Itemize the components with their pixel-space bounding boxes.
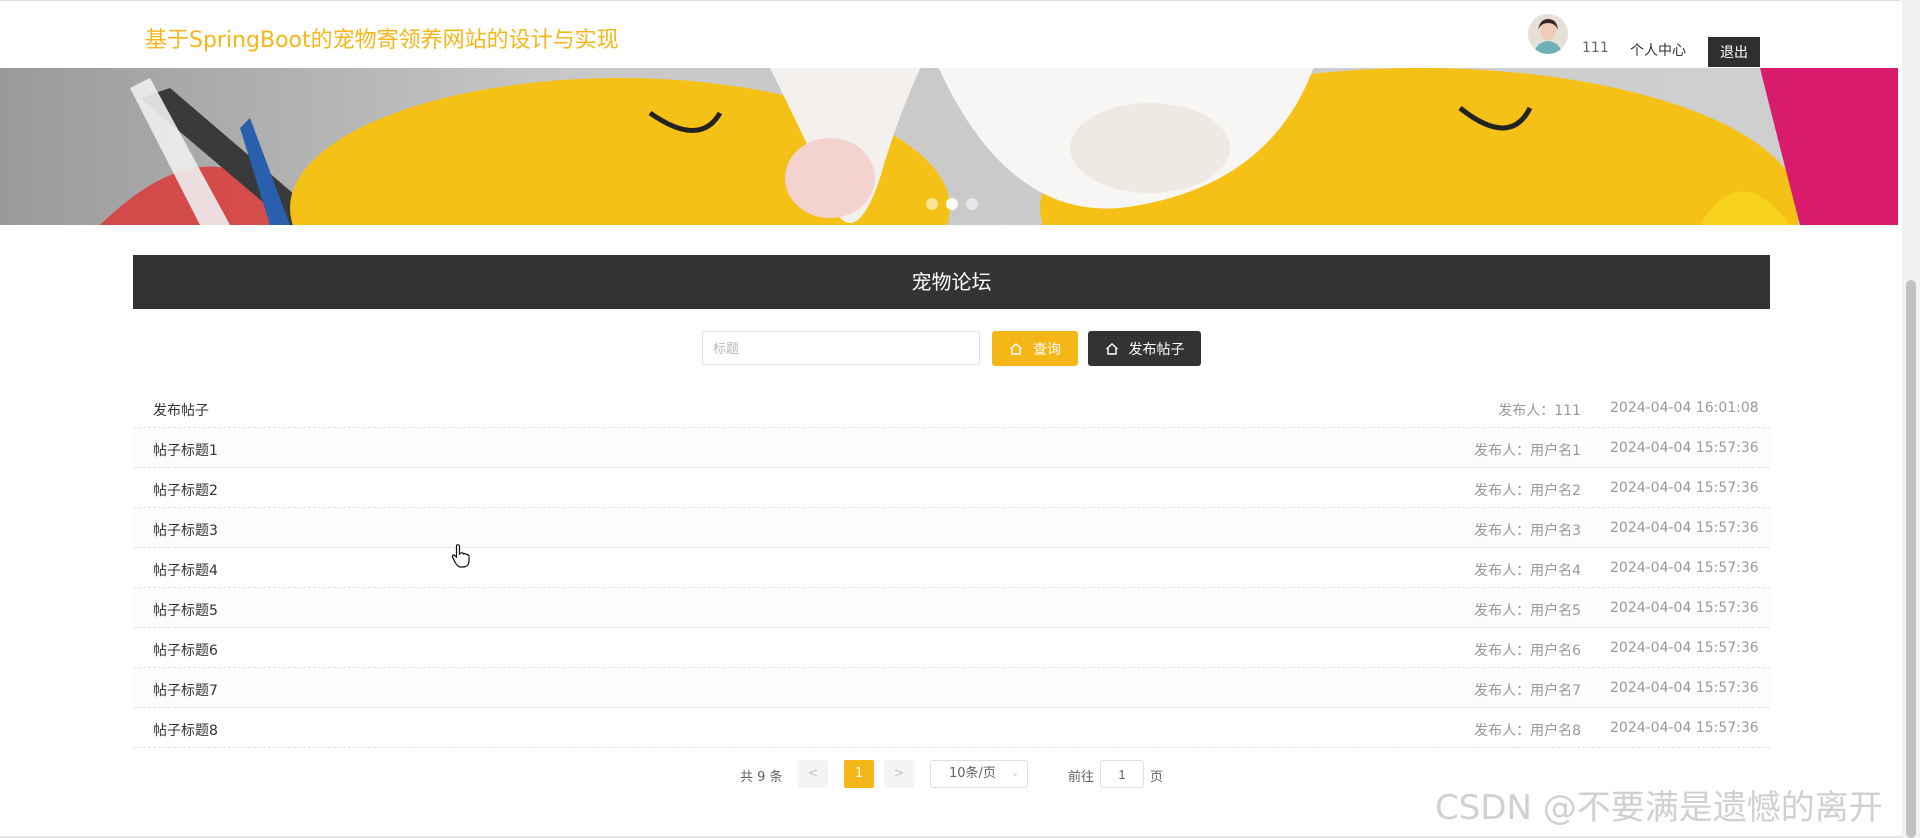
post-time: 2024-04-04 15:57:36 [1610,600,1759,616]
query-button-label: 查询 [1033,341,1061,358]
post-time: 2024-04-04 15:57:36 [1610,720,1759,736]
post-title[interactable]: 发布帖子 [153,400,209,420]
post-row[interactable]: 帖子标题2 发布人：用户名2 2024-04-04 15:57:36 [133,468,1770,508]
post-title[interactable]: 帖子标题3 [153,520,218,540]
post-author: 发布人：用户名4 [1474,563,1581,579]
post-author: 发布人：用户名3 [1474,523,1581,539]
post-time: 2024-04-04 15:57:36 [1610,640,1759,656]
home-icon [1010,342,1022,355]
post-row[interactable]: 发布帖子 发布人：111 2024-04-04 16:01:08 [133,388,1770,428]
post-row[interactable]: 帖子标题7 发布人：用户名7 2024-04-04 15:57:36 [133,668,1770,708]
post-author: 发布人：用户名6 [1474,643,1581,659]
site-header: 基于SpringBoot的宠物寄领养网站的设计与实现 111 个人中心 退出 [0,4,1900,68]
goto-label: 前往 [1068,770,1095,785]
post-time: 2024-04-04 15:57:36 [1610,480,1759,496]
post-time: 2024-04-04 15:57:36 [1610,680,1759,696]
chevron-down-icon: ⌄ [1010,768,1019,779]
carousel-dot-3[interactable] [966,198,978,210]
post-row[interactable]: 帖子标题5 发布人：用户名5 2024-04-04 15:57:36 [133,588,1770,628]
post-author: 发布人：用户名8 [1474,723,1581,739]
post-time: 2024-04-04 15:57:36 [1610,560,1759,576]
carousel-dot-2[interactable] [946,198,958,210]
query-button[interactable]: 查询 [992,331,1078,366]
profile-link[interactable]: 个人中心 [1630,40,1686,60]
post-title[interactable]: 帖子标题8 [153,720,218,740]
post-title[interactable]: 帖子标题4 [153,560,218,580]
carousel-dots [926,198,978,210]
banner-carousel[interactable] [0,68,1898,225]
title-search-input[interactable] [702,331,980,365]
next-page-button[interactable]: > [884,760,914,788]
page-size-value: 10条/页 [949,766,996,781]
post-row[interactable]: 帖子标题3 发布人：用户名3 2024-04-04 15:57:36 [133,508,1770,548]
post-row[interactable]: 帖子标题6 发布人：用户名6 2024-04-04 15:57:36 [133,628,1770,668]
post-row[interactable]: 帖子标题8 发布人：用户名8 2024-04-04 15:57:36 [133,708,1770,748]
post-time: 2024-04-04 15:57:36 [1610,440,1759,456]
post-time: 2024-04-04 16:01:08 [1610,400,1759,416]
pagination-total: 共 9 条 [740,770,783,785]
publish-post-button[interactable]: 发布帖子 [1088,331,1201,366]
post-list: 发布帖子 发布人：111 2024-04-04 16:01:08 帖子标题1 发… [133,388,1770,748]
prev-page-button[interactable]: < [798,760,828,788]
post-title[interactable]: 帖子标题6 [153,640,218,660]
post-title[interactable]: 帖子标题7 [153,680,218,700]
watermark: CSDN @不要满是遗憾的离开 [1435,788,1883,828]
post-author: 发布人：用户名1 [1474,443,1581,459]
username: 111 [1582,40,1609,56]
page-number-current[interactable]: 1 [844,760,874,788]
post-title[interactable]: 帖子标题5 [153,600,218,620]
hand-cursor-icon [451,544,470,568]
post-title[interactable]: 帖子标题1 [153,440,218,460]
site-title[interactable]: 基于SpringBoot的宠物寄领养网站的设计与实现 [145,22,619,54]
section-title: 宠物论坛 [133,255,1770,309]
goto-page-input[interactable] [1100,760,1144,788]
scrollbar-thumb[interactable] [1906,280,1916,838]
logout-button[interactable]: 退出 [1708,37,1760,67]
user-avatar[interactable] [1528,14,1568,54]
post-author: 发布人：111 [1498,403,1581,419]
page-size-select[interactable]: 10条/页 ⌄ [930,760,1028,788]
carousel-dot-1[interactable] [926,198,938,210]
home-icon [1105,342,1118,355]
post-author: 发布人：用户名7 [1474,683,1581,699]
post-row[interactable]: 帖子标题4 发布人：用户名4 2024-04-04 15:57:36 [133,548,1770,588]
page-label: 页 [1150,770,1164,785]
post-row[interactable]: 帖子标题1 发布人：用户名1 2024-04-04 15:57:36 [133,428,1770,468]
post-author: 发布人：用户名2 [1474,483,1581,499]
post-title[interactable]: 帖子标题2 [153,480,218,500]
post-author: 发布人：用户名5 [1474,603,1581,619]
post-time: 2024-04-04 15:57:36 [1610,520,1759,536]
publish-post-label: 发布帖子 [1128,341,1185,358]
